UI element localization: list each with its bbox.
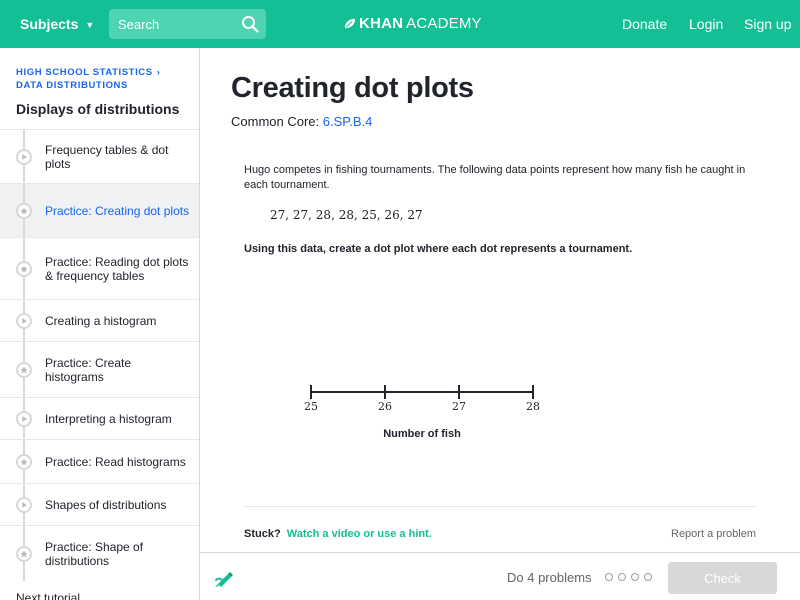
khan-academy-logo[interactable]: KHAN ACADEMY	[343, 15, 482, 32]
signup-link[interactable]: Sign up	[744, 16, 791, 32]
next-tutorial-link[interactable]: Next tutorial	[16, 591, 80, 600]
play-icon	[16, 411, 32, 427]
donate-link[interactable]: Donate	[622, 16, 667, 32]
tick-label: 28	[526, 400, 540, 413]
sidebar-item-label: Frequency tables & dot plots	[45, 143, 169, 171]
progress-label: Do 4 problems	[507, 570, 592, 585]
common-core-label: Common Core:	[231, 114, 320, 129]
chevron-right-icon: ›	[156, 67, 161, 78]
sidebar-item-label: Practice: Reading dot plots & frequency …	[45, 255, 189, 283]
stuck-label: Stuck?	[244, 528, 281, 540]
tick-label: 27	[452, 400, 466, 413]
breadcrumb-course-label: HIGH SCHOOL STATISTICS	[16, 67, 153, 78]
search-icon[interactable]	[241, 15, 259, 33]
axis-label: Number of fish	[383, 428, 461, 440]
sidebar-item[interactable]: Practice: Create histograms	[0, 341, 199, 397]
star-icon	[16, 546, 32, 562]
sidebar-item-label: Practice: Read histograms	[45, 455, 186, 469]
sidebar-item-label: Creating a histogram	[45, 314, 157, 328]
report-problem-link[interactable]: Report a problem	[671, 528, 756, 540]
play-icon	[16, 313, 32, 329]
common-core-code-link[interactable]: 6.SP.B.4	[323, 114, 373, 129]
progress-dot	[644, 573, 652, 581]
scratchpad-pencil-icon[interactable]	[213, 567, 235, 589]
search-box	[109, 9, 266, 39]
star-icon	[16, 362, 32, 378]
progress-dot	[605, 573, 613, 581]
leaf-logo-icon	[344, 18, 356, 29]
stuck-section: Stuck? Watch a video or use a hint.	[244, 528, 432, 540]
play-icon	[16, 149, 32, 165]
breadcrumb-unit-link[interactable]: DATA DISTRIBUTIONS	[16, 80, 128, 91]
hint-link[interactable]: Watch a video or use a hint.	[287, 528, 432, 540]
sidebar-item[interactable]: Frequency tables & dot plots	[0, 129, 199, 183]
sidebar-item[interactable]: Creating a histogram	[0, 299, 199, 341]
dataset-values: 27, 27, 28, 28, 25, 26, 27	[270, 208, 423, 222]
logo-text-academy: ACADEMY	[406, 15, 482, 32]
divider	[243, 506, 757, 507]
problem-text: Hugo competes in fishing tournaments. Th…	[244, 164, 746, 191]
star-icon	[16, 203, 32, 219]
sidebar-item[interactable]: Shapes of distributions	[0, 483, 199, 525]
login-link[interactable]: Login	[689, 16, 723, 32]
sidebar-item[interactable]: Practice: Shape of distributions	[0, 525, 199, 581]
number-line-ticks: 25 26 27 28	[304, 385, 540, 413]
progress-dot	[618, 573, 626, 581]
dot-plot-number-line[interactable]: 25 26 27 28 Number of fish	[295, 382, 555, 452]
breadcrumb-course-link[interactable]: HIGH SCHOOL STATISTICS ›	[16, 67, 160, 78]
progress-dot	[631, 573, 639, 581]
sidebar-item[interactable]: Practice: Reading dot plots & frequency …	[0, 237, 199, 299]
play-icon	[16, 497, 32, 513]
check-button[interactable]: Check	[668, 562, 777, 594]
sidebar-item[interactable]: Practice: Creating dot plots	[0, 183, 199, 237]
top-navigation-bar: Subjects ▼ KHANACADEMY Donate Login Sign…	[0, 0, 800, 48]
exercise-footer: Do 4 problems Check	[200, 552, 800, 600]
caret-down-icon: ▼	[85, 20, 95, 30]
sidebar-title: Displays of distributions	[16, 101, 180, 117]
logo-text-khan: KHAN	[359, 15, 404, 32]
tick-label: 26	[378, 400, 392, 413]
sidebar-item-label: Practice: Creating dot plots	[45, 204, 190, 218]
sidebar-item-label: Interpreting a histogram	[45, 412, 172, 426]
star-icon	[16, 261, 32, 277]
sidebar-item-label: Practice: Shape of distributions	[45, 540, 144, 568]
instruction-text: Using this data, create a dot plot where…	[244, 243, 633, 255]
search-input[interactable]	[109, 9, 234, 39]
sidebar-item[interactable]: Interpreting a histogram	[0, 397, 199, 439]
common-core-standard: Common Core: 6.SP.B.4	[231, 114, 372, 129]
tick-label: 25	[304, 400, 318, 413]
sidebar: HIGH SCHOOL STATISTICS › DATA DISTRIBUTIO…	[0, 48, 200, 600]
sidebar-item[interactable]: Practice: Read histograms	[0, 439, 199, 483]
sidebar-item-label: Shapes of distributions	[45, 498, 167, 512]
tutorial-item-list: Frequency tables & dot plots Practice: Cr…	[0, 129, 199, 581]
page-title: Creating dot plots	[231, 72, 474, 104]
subjects-menu-button[interactable]: Subjects ▼	[20, 16, 94, 32]
subjects-label: Subjects	[20, 16, 79, 32]
sidebar-item-label: Practice: Create histograms	[45, 356, 132, 384]
star-icon	[16, 454, 32, 470]
